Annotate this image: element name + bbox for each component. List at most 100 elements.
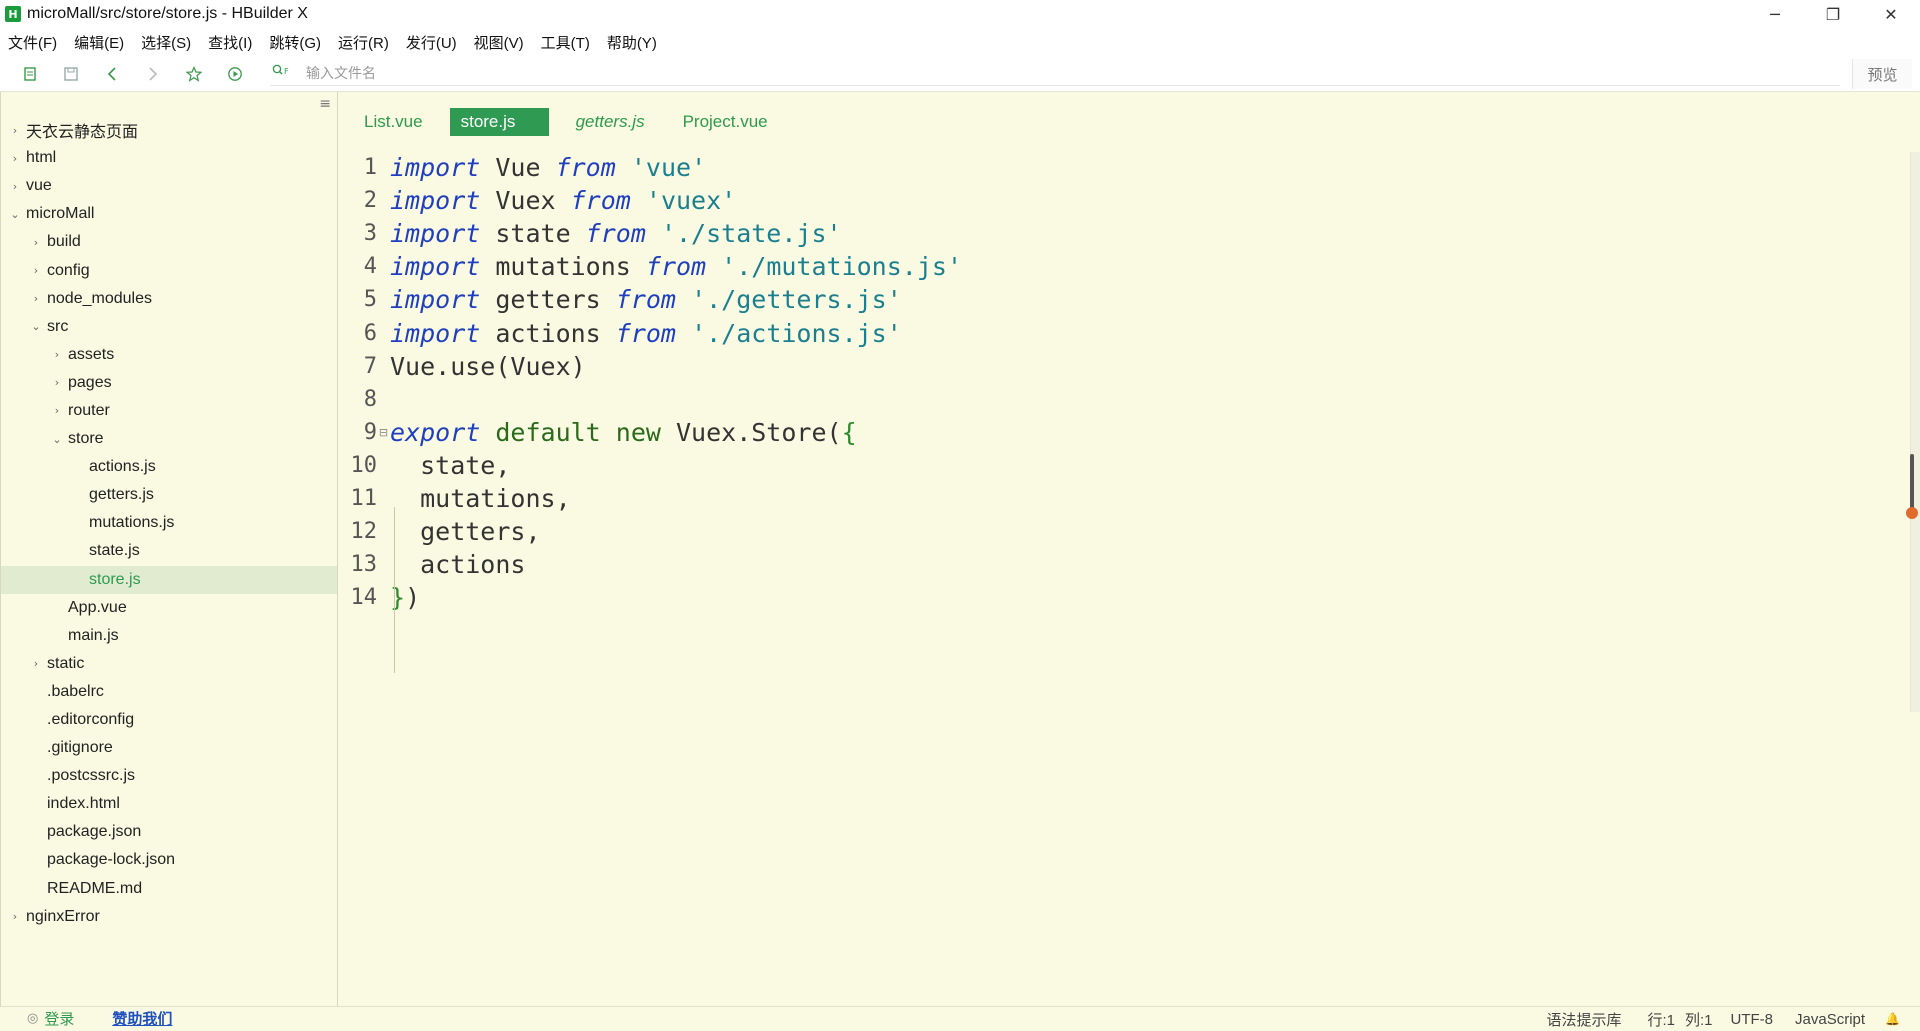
restore-button[interactable]: ❐ <box>1804 0 1862 28</box>
close-button[interactable]: ✕ <box>1862 0 1920 28</box>
code-line[interactable]: 13 actions <box>339 548 962 581</box>
chevron-right-icon[interactable]: › <box>51 404 63 417</box>
fold-toggle-icon[interactable]: ⊟ <box>377 426 390 439</box>
tree-item[interactable]: package-lock.json <box>1 846 337 874</box>
tree-item[interactable]: ⌄ microMall <box>1 200 337 228</box>
tree-item[interactable]: main.js <box>1 622 337 650</box>
code-line[interactable]: 5 import getters from './getters.js' <box>339 283 962 316</box>
tree-item[interactable]: .gitignore <box>1 734 337 762</box>
menu-item-7[interactable]: 视图(V) <box>474 32 524 53</box>
chevron-right-icon[interactable]: › <box>51 376 63 389</box>
menu-item-2[interactable]: 选择(S) <box>141 32 191 53</box>
chevron-right-icon[interactable]: › <box>9 152 21 165</box>
tree-item[interactable]: › router <box>1 397 337 425</box>
tree-item[interactable]: › vue <box>1 172 337 200</box>
tree-item[interactable]: › pages <box>1 369 337 397</box>
tree-item[interactable]: index.html <box>1 790 337 818</box>
tree-item[interactable]: › config <box>1 256 337 284</box>
code-area[interactable]: 1 import Vue from 'vue' 2 import Vuex from … <box>339 151 963 614</box>
line-number: 4 <box>363 254 377 280</box>
editor-tab[interactable]: List.vue <box>353 108 434 136</box>
syntax-library[interactable]: 语法提示库 <box>1546 1009 1621 1030</box>
preview-button[interactable]: 预览 <box>1852 59 1912 89</box>
tree-item[interactable]: ⌄ store <box>1 425 337 453</box>
code-line[interactable]: 14}) <box>339 581 962 614</box>
cursor-col[interactable]: 列:1 <box>1685 1009 1713 1030</box>
menu-item-0[interactable]: 文件(F) <box>8 32 57 53</box>
menu-item-9[interactable]: 帮助(Y) <box>607 32 657 53</box>
encoding[interactable]: UTF-8 <box>1731 1011 1774 1028</box>
menu-item-1[interactable]: 编辑(E) <box>74 32 124 53</box>
sponsor-link[interactable]: 赞助我们 <box>112 1008 172 1029</box>
tree-item[interactable]: actions.js <box>1 453 337 481</box>
chevron-down-icon[interactable]: ⌄ <box>51 433 63 446</box>
code-line[interactable]: 8 <box>339 383 962 416</box>
chevron-right-icon[interactable]: › <box>9 910 21 923</box>
editor-tab[interactable]: getters.js <box>565 108 656 136</box>
file-search-input[interactable] <box>306 64 906 81</box>
tree-item[interactable]: store.js <box>1 565 337 594</box>
new-file-icon[interactable] <box>19 63 41 85</box>
code-line[interactable]: 1 import Vue from 'vue' <box>339 151 962 184</box>
tree-item[interactable]: .editorconfig <box>1 706 337 734</box>
tree-item[interactable]: › nginxError <box>1 903 337 931</box>
tree-item[interactable]: .babelrc <box>1 678 337 706</box>
code-line[interactable]: 12 getters, <box>339 515 962 548</box>
tree-item[interactable]: README.md <box>1 875 337 903</box>
tree-item[interactable]: ⌄ src <box>1 313 337 341</box>
code-line[interactable]: 6 import actions from './actions.js' <box>339 316 962 349</box>
chevron-right-icon[interactable]: › <box>30 236 42 249</box>
cursor-line[interactable]: 行:1 <box>1647 1009 1675 1030</box>
code-line[interactable]: 7 Vue.use(Vuex) <box>339 350 962 383</box>
run-icon[interactable] <box>224 63 246 85</box>
menu-item-4[interactable]: 跳转(G) <box>269 32 321 53</box>
tree-item[interactable]: getters.js <box>1 481 337 509</box>
vertical-scrollbar[interactable] <box>1906 152 1920 712</box>
language-mode[interactable]: JavaScript <box>1795 1011 1865 1028</box>
chevron-right-icon[interactable]: › <box>30 657 42 670</box>
chevron-right-icon[interactable]: › <box>9 180 21 193</box>
code-line[interactable]: 11 mutations, <box>339 482 962 515</box>
chevron-down-icon[interactable]: ⌄ <box>30 320 42 333</box>
menu-item-6[interactable]: 发行(U) <box>406 32 457 53</box>
chevron-down-icon[interactable]: ⌄ <box>9 208 21 221</box>
tree-item[interactable]: package.json <box>1 818 337 846</box>
save-icon[interactable] <box>60 63 82 85</box>
tree-item[interactable]: mutations.js <box>1 509 337 537</box>
tree-item[interactable]: › 天衣云静态页面 <box>1 116 337 144</box>
tree-item[interactable]: › node_modules <box>1 285 337 313</box>
chevron-right-icon[interactable]: › <box>9 124 21 137</box>
login-link[interactable]: ◎ 登录 <box>27 1008 74 1029</box>
chevron-right-icon[interactable]: › <box>30 264 42 277</box>
code-editor[interactable]: List.vue store.js getters.js Project.vue 1i… <box>339 92 1920 1006</box>
menu-item-3[interactable]: 查找(I) <box>208 32 252 53</box>
notification-bell-icon[interactable]: 🔔 <box>1885 1012 1900 1026</box>
code-line[interactable]: 4 import mutations from './mutations.js' <box>339 250 962 283</box>
editor-tab[interactable]: store.js <box>449 108 549 136</box>
chevron-right-icon[interactable]: › <box>51 348 63 361</box>
code-token: './getters.js' <box>691 285 902 315</box>
chevron-right-icon[interactable]: › <box>30 292 42 305</box>
code-text: actions <box>390 550 525 579</box>
tree-item[interactable]: › html <box>1 144 337 172</box>
menu-item-5[interactable]: 运行(R) <box>338 32 389 53</box>
menu-item-8[interactable]: 工具(T) <box>541 32 590 53</box>
sidebar-menu-icon[interactable]: ≡ <box>319 96 331 112</box>
code-line[interactable]: 9 ⊟ export default new Vuex.Store({ <box>339 416 962 449</box>
code-line[interactable]: 10 state, <box>339 449 962 482</box>
tree-item[interactable]: › build <box>1 228 337 256</box>
tree-item[interactable]: .postcssrc.js <box>1 762 337 790</box>
star-icon[interactable] <box>183 63 205 85</box>
editor-tab[interactable]: Project.vue <box>672 108 779 136</box>
minimize-button[interactable]: ─ <box>1746 0 1804 28</box>
tree-item[interactable]: App.vue <box>1 594 337 622</box>
tree-item[interactable]: › static <box>1 650 337 678</box>
back-icon[interactable] <box>101 63 123 85</box>
tree-item[interactable]: › assets <box>1 341 337 369</box>
scroll-thumb[interactable] <box>1910 454 1914 514</box>
tree-item[interactable]: state.js <box>1 537 337 565</box>
forward-icon[interactable] <box>142 63 164 85</box>
tree-item-label: src <box>47 317 69 335</box>
code-line[interactable]: 2 import Vuex from 'vuex' <box>339 184 962 217</box>
code-line[interactable]: 3 import state from './state.js' <box>339 217 962 250</box>
